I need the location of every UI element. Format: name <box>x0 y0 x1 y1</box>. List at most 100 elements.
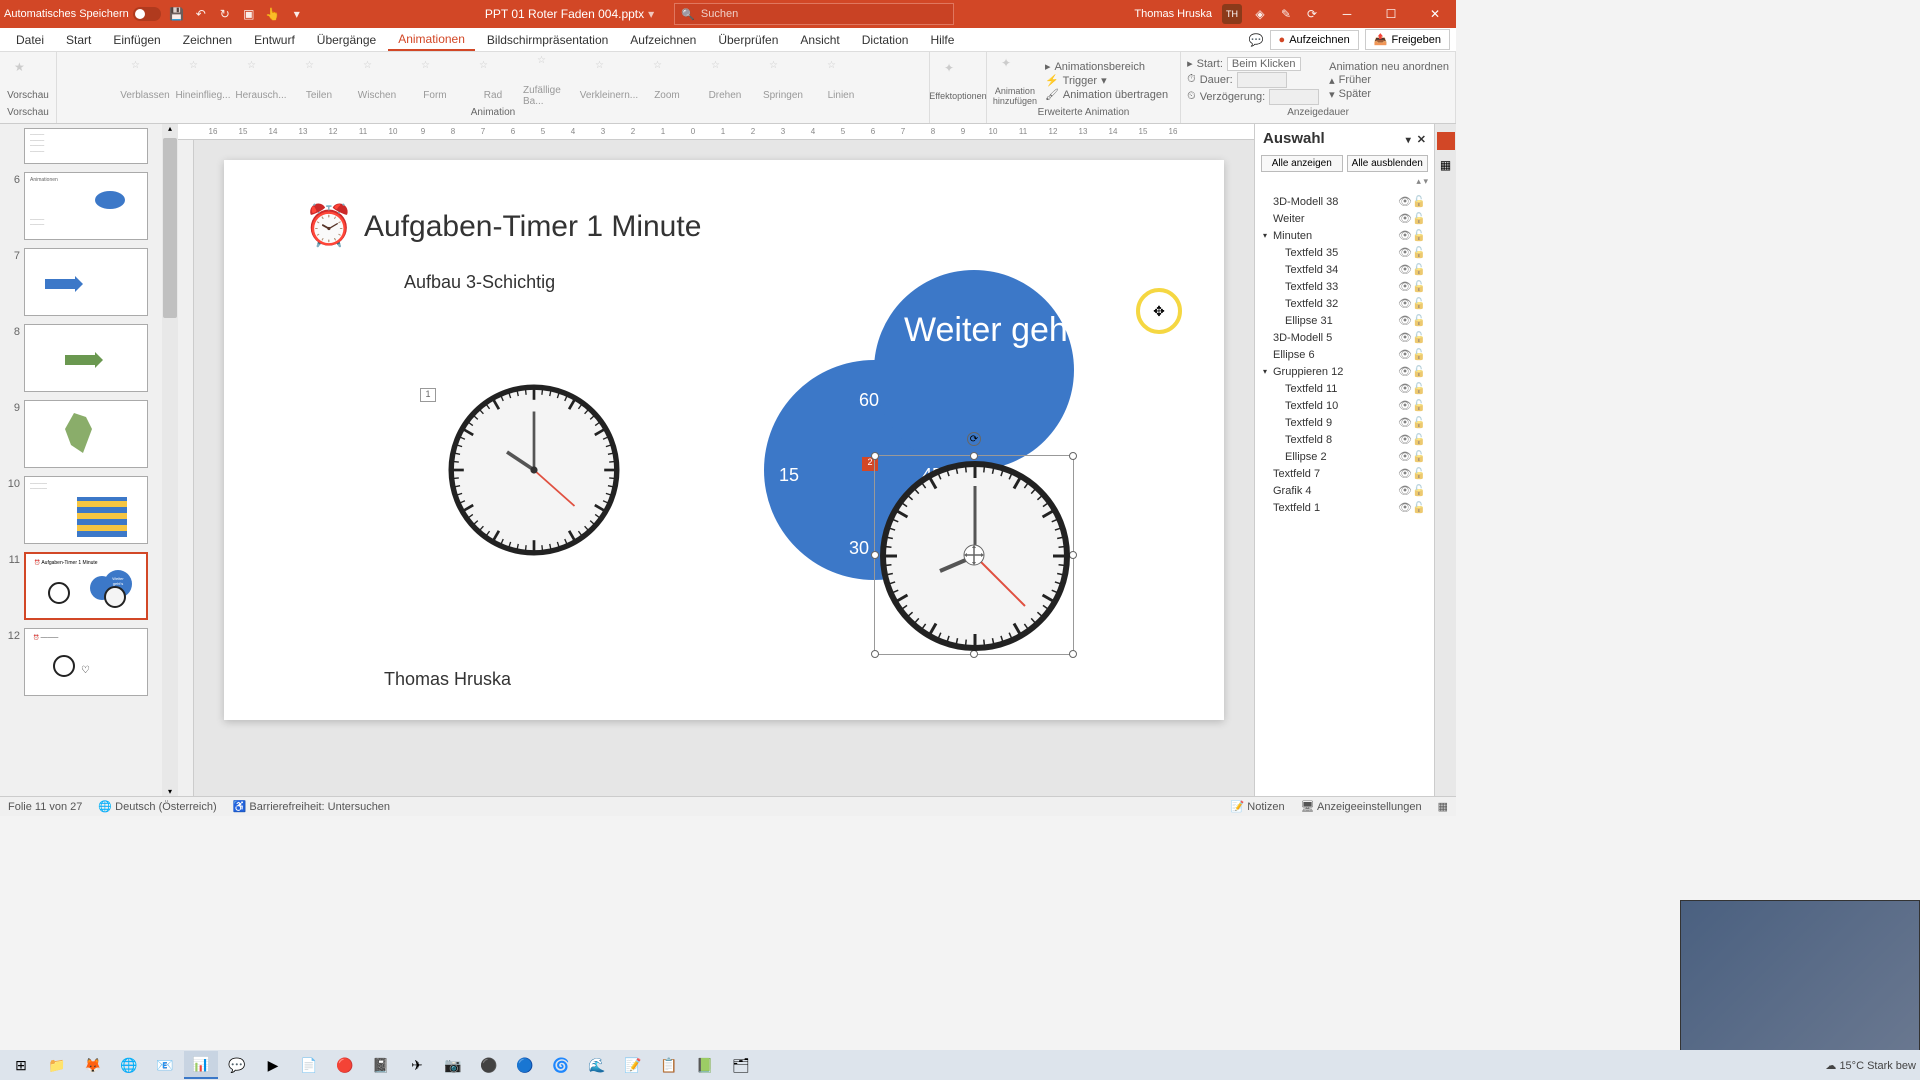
slide-scrollbar[interactable]: ▴ ▾ <box>162 124 178 796</box>
selection-item[interactable]: Textfeld 32👁🔓 <box>1259 295 1430 312</box>
format-pane-icon[interactable] <box>1437 132 1455 150</box>
language-selector[interactable]: 🌐 Deutsch (Österreich) <box>98 800 216 813</box>
slide-thumb-9[interactable] <box>24 400 148 468</box>
qat-more-icon[interactable]: ▾ <box>289 6 305 22</box>
redo-icon[interactable]: ↻ <box>217 6 233 22</box>
selection-item[interactable]: Weiter👁🔓 <box>1259 210 1430 227</box>
selection-item[interactable]: Textfeld 7👁🔓 <box>1259 465 1430 482</box>
app-icon[interactable]: 🔴 <box>328 1051 362 1079</box>
delay-input[interactable] <box>1269 89 1319 105</box>
trigger-button[interactable]: ⚡ Trigger ▾ <box>1045 74 1168 87</box>
menu-ueberpruefen[interactable]: Überprüfen <box>708 30 788 50</box>
app-icon[interactable]: 📄 <box>292 1051 326 1079</box>
selection-item[interactable]: Textfeld 11👁🔓 <box>1259 380 1430 397</box>
selection-item[interactable]: Textfeld 10👁🔓 <box>1259 397 1430 414</box>
start-dropdown[interactable]: Beim Klicken <box>1227 57 1301 71</box>
menu-aufzeichnen[interactable]: Aufzeichnen <box>620 30 706 50</box>
search-input[interactable]: 🔍 Suchen <box>674 3 954 25</box>
selection-item[interactable]: Ellipse 2👁🔓 <box>1259 448 1430 465</box>
animation-effect[interactable]: ☆Zoom <box>639 60 695 101</box>
start-button[interactable]: ⊞ <box>4 1051 38 1079</box>
app-icon[interactable]: 💬 <box>220 1051 254 1079</box>
animation-effect[interactable]: ☆Form <box>407 60 463 101</box>
user-avatar[interactable]: TH <box>1222 4 1242 24</box>
animation-effect[interactable]: ☆Rad <box>465 60 521 101</box>
menu-start[interactable]: Start <box>56 30 101 50</box>
crown-icon[interactable]: ◈ <box>1252 6 1268 22</box>
menu-bildschirm[interactable]: Bildschirmpräsentation <box>477 30 618 50</box>
slide-thumb-8[interactable] <box>24 324 148 392</box>
animation-effect[interactable]: ☆Zufällige Ba... <box>523 55 579 107</box>
slide-counter[interactable]: Folie 11 von 27 <box>8 801 82 813</box>
preview-button[interactable]: ★ Vorschau <box>6 60 50 101</box>
document-title[interactable]: PPT 01 Roter Faden 004.pptx ▾ <box>485 7 654 21</box>
slide-canvas[interactable]: ⏰ Aufgaben-Timer 1 Minute Aufbau 3-Schic… <box>224 160 1224 720</box>
animation-painter-button[interactable]: 🖌 Animation übertragen <box>1045 88 1168 101</box>
minimize-button[interactable]: ─ <box>1330 2 1364 26</box>
selection-item[interactable]: Textfeld 1👁🔓 <box>1259 499 1430 516</box>
animation-effect[interactable]: ☆Teilen <box>291 60 347 101</box>
animation-effect[interactable]: ☆Hineinflieg... <box>175 60 231 101</box>
close-button[interactable]: ✕ <box>1418 2 1452 26</box>
animation-effect[interactable]: ☆Drehen <box>697 60 753 101</box>
effect-options-button[interactable]: ✦ Effektoptionen <box>936 61 980 101</box>
menu-entwurf[interactable]: Entwurf <box>244 30 305 50</box>
move-up-icon[interactable]: ▴ <box>1416 176 1421 186</box>
sync-icon[interactable]: ⟳ <box>1304 6 1320 22</box>
selection-item[interactable]: Ellipse 31👁🔓 <box>1259 312 1430 329</box>
animation-effect[interactable]: ☆Verkleinern... <box>581 60 637 101</box>
hide-all-button[interactable]: Alle ausblenden <box>1347 155 1429 172</box>
notes-button[interactable]: 📝 Notizen <box>1231 800 1285 813</box>
touch-icon[interactable]: 👆 <box>265 6 281 22</box>
app-icon[interactable]: 📋 <box>652 1051 686 1079</box>
clock-2-selection[interactable]: ⟳ <box>874 455 1074 655</box>
firefox-icon[interactable]: 🦊 <box>76 1051 110 1079</box>
menu-datei[interactable]: Datei <box>6 30 54 50</box>
rotate-handle[interactable]: ⟳ <box>967 432 981 446</box>
selection-item[interactable]: ▾Gruppieren 12👁🔓 <box>1259 363 1430 380</box>
designer-pane-icon[interactable]: ▦ <box>1440 158 1451 172</box>
animation-tag-1[interactable]: 1 <box>420 388 436 402</box>
selection-item[interactable]: Ellipse 6👁🔓 <box>1259 346 1430 363</box>
menu-ansicht[interactable]: Ansicht <box>790 30 849 50</box>
file-explorer-icon[interactable]: 📁 <box>40 1051 74 1079</box>
selection-item[interactable]: Grafik 4👁🔓 <box>1259 482 1430 499</box>
add-animation-button[interactable]: ✦ Animation hinzufügen <box>993 56 1037 106</box>
selection-item[interactable]: ▾Minuten👁🔓 <box>1259 227 1430 244</box>
pen-icon[interactable]: ✎ <box>1278 6 1294 22</box>
app-icon[interactable]: 🌀 <box>544 1051 578 1079</box>
selection-item[interactable]: Textfeld 34👁🔓 <box>1259 261 1430 278</box>
vlc-icon[interactable]: ▶ <box>256 1051 290 1079</box>
selection-item[interactable]: Textfeld 35👁🔓 <box>1259 244 1430 261</box>
outlook-icon[interactable]: 📧 <box>148 1051 182 1079</box>
menu-zeichnen[interactable]: Zeichnen <box>173 30 242 50</box>
chrome-icon[interactable]: 🌐 <box>112 1051 146 1079</box>
animation-effect[interactable]: ☆Linien <box>813 60 869 101</box>
move-down-icon[interactable]: ▾ <box>1423 176 1428 186</box>
save-icon[interactable]: 💾 <box>169 6 185 22</box>
slide-thumb-12[interactable]: ⏰ ─────♡ <box>24 628 148 696</box>
comments-icon[interactable]: 💬 <box>1249 33 1264 47</box>
animation-effect[interactable]: ☆Herausch... <box>233 60 289 101</box>
display-settings-button[interactable]: 🖥 Anzeigeeinstellungen <box>1301 800 1422 813</box>
slide-thumb-6[interactable]: Animationen────────── <box>24 172 148 240</box>
animation-effect[interactable]: ☆Springen <box>755 60 811 101</box>
duration-input[interactable] <box>1237 72 1287 88</box>
user-name[interactable]: Thomas Hruska <box>1134 8 1212 20</box>
app-icon[interactable]: 📷 <box>436 1051 470 1079</box>
slide-thumb-5[interactable]: ──────────────────── <box>24 128 148 164</box>
obs-icon[interactable]: ⚫ <box>472 1051 506 1079</box>
menu-hilfe[interactable]: Hilfe <box>920 30 964 50</box>
slide-thumb-10[interactable]: ──────────── <box>24 476 148 544</box>
selection-item[interactable]: 3D-Modell 38👁🔓 <box>1259 193 1430 210</box>
selection-item[interactable]: Textfeld 9👁🔓 <box>1259 414 1430 431</box>
maximize-button[interactable]: ☐ <box>1374 2 1408 26</box>
present-icon[interactable]: ▣ <box>241 6 257 22</box>
menu-dictation[interactable]: Dictation <box>852 30 919 50</box>
autosave-toggle[interactable]: Automatisches Speichern <box>4 7 161 21</box>
show-all-button[interactable]: Alle anzeigen <box>1261 155 1343 172</box>
selection-close-icon[interactable]: ✕ <box>1417 134 1426 146</box>
record-button[interactable]: ●Aufzeichnen <box>1270 30 1359 50</box>
slide-thumb-11[interactable]: ⏰ Aufgaben-Timer 1 MinuteWeitergeht's <box>24 552 148 620</box>
telegram-icon[interactable]: ✈ <box>400 1051 434 1079</box>
